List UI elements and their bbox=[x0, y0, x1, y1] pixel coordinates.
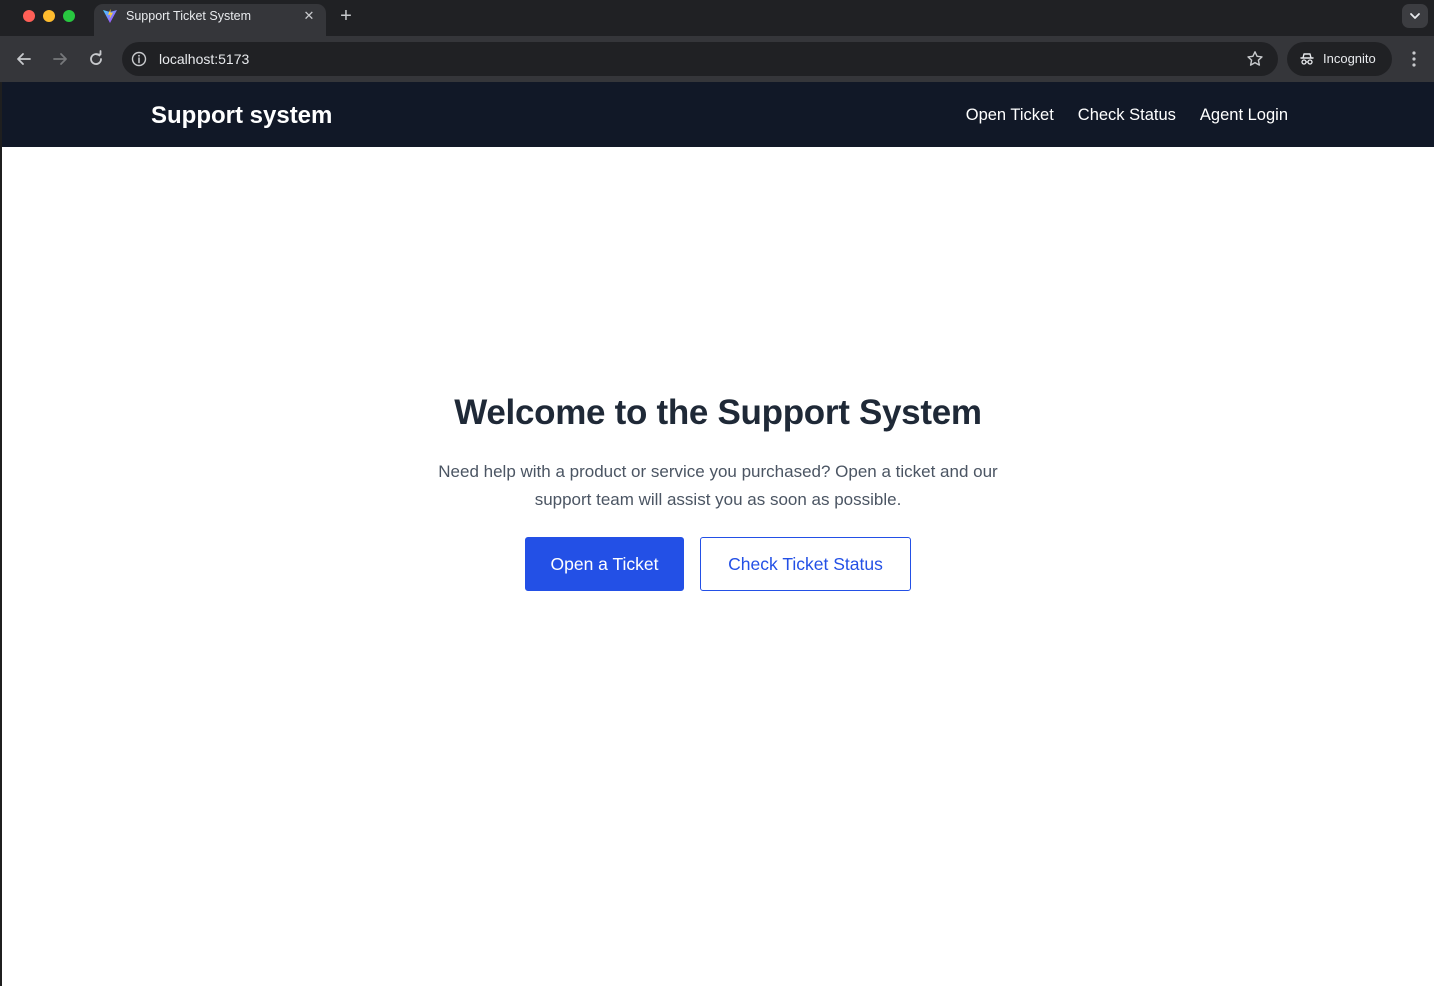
back-button[interactable] bbox=[12, 47, 36, 71]
tab-title: Support Ticket System bbox=[126, 9, 252, 23]
hero-actions: Open a Ticket Check Ticket Status bbox=[2, 537, 1434, 591]
nav-link-check-status[interactable]: Check Status bbox=[1078, 105, 1176, 125]
reload-icon bbox=[90, 50, 102, 65]
chevron-down-icon bbox=[1410, 13, 1420, 19]
check-ticket-status-button[interactable]: Check Ticket Status bbox=[700, 537, 911, 591]
site-navbar: Support system Open Ticket Check Status … bbox=[2, 82, 1434, 147]
forward-button[interactable] bbox=[48, 47, 72, 71]
more-vertical-icon bbox=[1412, 51, 1416, 67]
hero-description: Need help with a product or service you … bbox=[438, 462, 998, 509]
site-info-icon[interactable] bbox=[131, 51, 147, 67]
forward-arrow-icon bbox=[53, 53, 67, 65]
hero-section: Welcome to the Support System Need help … bbox=[2, 390, 1434, 591]
address-bar[interactable]: localhost:5173 bbox=[122, 42, 1278, 76]
incognito-icon bbox=[1300, 53, 1314, 65]
browser-toolbar: localhost:5173 Incognito bbox=[0, 36, 1434, 82]
nav-link-agent-login[interactable]: Agent Login bbox=[1200, 105, 1288, 125]
bookmark-star-icon[interactable] bbox=[1246, 50, 1264, 68]
nav-link-open-ticket[interactable]: Open Ticket bbox=[966, 105, 1054, 125]
nav-links: Open Ticket Check Status Agent Login bbox=[966, 105, 1288, 125]
close-tab-icon[interactable]: ✕ bbox=[300, 7, 318, 25]
hero-title: Welcome to the Support System bbox=[454, 393, 982, 432]
back-arrow-icon bbox=[17, 53, 31, 65]
maximize-window-button[interactable] bbox=[63, 10, 75, 22]
browser-tab-strip: Support Ticket System ✕ + bbox=[0, 0, 1434, 36]
vite-logo-icon bbox=[103, 9, 117, 23]
reload-button[interactable] bbox=[84, 47, 108, 71]
minimize-window-button[interactable] bbox=[43, 10, 55, 22]
incognito-indicator[interactable]: Incognito bbox=[1287, 42, 1392, 76]
url-text: localhost:5173 bbox=[159, 51, 250, 67]
close-window-button[interactable] bbox=[23, 10, 35, 22]
brand-logo-link[interactable]: Support system bbox=[151, 102, 332, 130]
new-tab-icon[interactable]: + bbox=[336, 4, 356, 28]
browser-menu-button[interactable] bbox=[1404, 47, 1424, 71]
tab-search-button[interactable] bbox=[1402, 4, 1428, 28]
incognito-label: Incognito bbox=[1323, 51, 1376, 66]
page-viewport: Support system Open Ticket Check Status … bbox=[0, 82, 1434, 986]
browser-tab[interactable]: Support Ticket System ✕ bbox=[94, 4, 326, 36]
open-ticket-button[interactable]: Open a Ticket bbox=[525, 537, 684, 591]
